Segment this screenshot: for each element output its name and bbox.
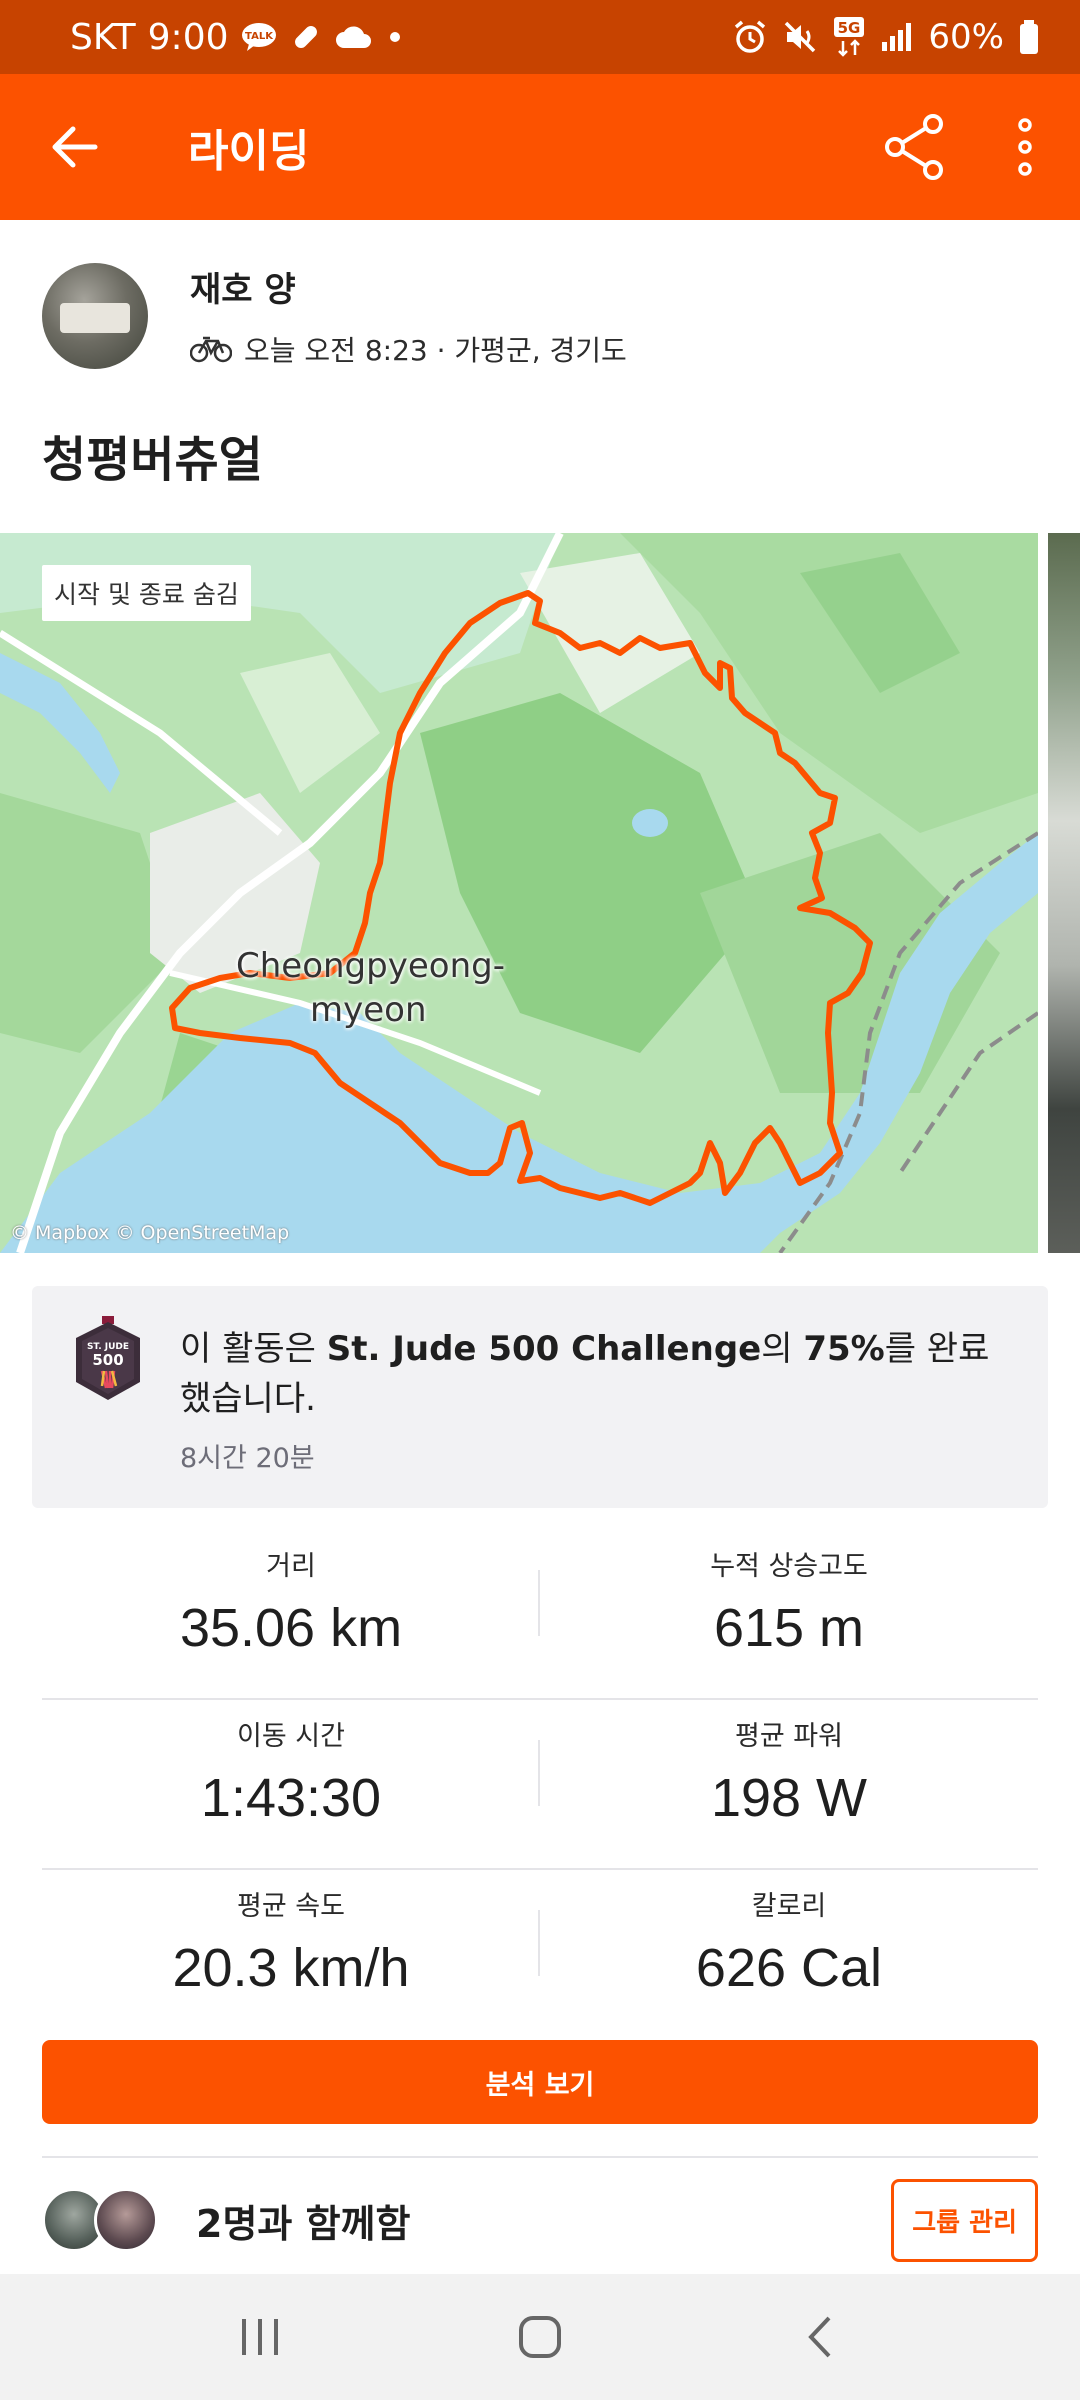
stat-moving-time: 이동 시간 1:43:30 [200,1721,382,1828]
group-text[interactable]: 2명과 함께함 [196,2193,891,2248]
stat-calories: 칼로리 626 Cal [695,1891,883,1998]
system-nav-bar [0,2274,1080,2400]
challenge-message: 이 활동은 St. Jude 500 Challenge의 75%를 완료했습니… [180,1329,990,1419]
share-icon [885,114,943,180]
stat-distance: 거리 35.06 km [179,1551,403,1658]
activity-title: 청평버츄얼 [42,432,263,488]
cloud-icon [335,24,373,50]
pill-icon [289,20,323,54]
more-vertical-icon [1018,118,1032,176]
athlete-avatar[interactable] [42,262,148,369]
share-button[interactable] [860,74,970,220]
athlete-header[interactable]: 재호 양 오늘 오전 8:23 · 가평군, 경기도 [42,262,627,369]
stats-grid: 거리 35.06 km 누적 상승고도 615 m 이동 시간 1:43:30 … [42,1530,1038,2040]
kakaotalk-icon: TALK [241,22,277,52]
bike-icon [190,335,232,363]
clock-time: 9:00 [147,16,229,58]
more-options-button[interactable] [970,74,1080,220]
map-place-label: Cheongpyeong- [236,946,505,986]
battery-percent: 60% [928,17,1004,57]
app-bar: 라이딩 [0,74,1080,220]
recent-apps-button[interactable] [200,2287,320,2387]
network-5g-icon: 5G [832,17,866,57]
stat-avg-speed: 평균 속도 20.3 km/h [172,1891,410,1998]
carrier-label: SKT [70,16,136,58]
view-analysis-button[interactable]: 분석 보기 [42,2040,1038,2124]
challenge-duration: 8시간 20분 [180,1443,315,1474]
recent-apps-icon [242,2319,278,2355]
challenge-card[interactable]: ST. JUDE 500 이 활동은 St. Jude 500 Challeng… [32,1286,1048,1508]
back-arrow-icon [52,126,98,168]
svg-text:500: 500 [92,1351,123,1369]
notification-dot-icon [385,27,405,47]
stat-avg-power: 평균 파워 198 W [710,1721,868,1828]
route-map[interactable] [0,533,1038,1253]
svg-text:5G: 5G [838,19,861,37]
system-back-button[interactable] [760,2287,880,2387]
map-canvas [0,533,1038,1253]
mute-icon [782,19,818,55]
manage-group-button[interactable]: 그룹 관리 [891,2178,1038,2262]
challenge-name[interactable]: St. Jude 500 Challenge [327,1329,761,1369]
stat-row: 거리 35.06 km 누적 상승고도 615 m [42,1530,1038,1700]
battery-icon [1018,19,1040,55]
alarm-icon [732,19,768,55]
athlete-name[interactable]: 재호 양 [190,262,627,311]
stat-row: 이동 시간 1:43:30 평균 파워 198 W [42,1700,1038,1870]
activity-photo-thumbnail[interactable] [1048,533,1080,1253]
status-bar: SKT 9:00 TALK 5G 60% [0,0,1080,74]
group-section: 2명과 함께함 그룹 관리 [42,2178,1038,2262]
chevron-left-icon [808,2316,831,2358]
home-button[interactable] [480,2287,600,2387]
challenge-badge-icon: ST. JUDE 500 [72,1316,144,1410]
stat-elevation-gain: 누적 상승고도 615 m [710,1551,868,1658]
stat-row: 평균 속도 20.3 km/h 칼로리 626 Cal [42,1870,1038,2040]
signal-icon [880,22,914,52]
home-icon [519,2316,561,2358]
map-place-label-2: myeon [310,990,427,1030]
back-button[interactable] [0,74,150,220]
page-title: 라이딩 [188,126,310,177]
group-avatars[interactable] [42,2188,162,2252]
map-attribution[interactable]: © Mapbox © OpenStreetMap [10,1222,289,1244]
svg-text:TALK: TALK [245,31,274,42]
activity-meta: 오늘 오전 8:23 · 가평군, 경기도 [244,334,627,367]
divider [42,2156,1038,2158]
avatar[interactable] [94,2188,158,2252]
hide-start-end-button[interactable]: 시작 및 종료 숨김 [42,565,251,621]
